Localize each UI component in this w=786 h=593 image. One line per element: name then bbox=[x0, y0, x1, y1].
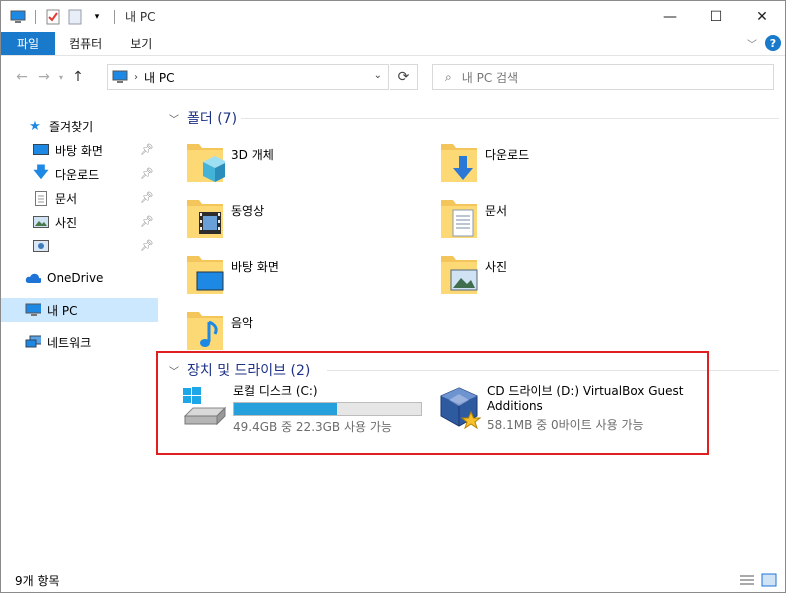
recent-locations-icon[interactable]: ▾ bbox=[55, 66, 67, 88]
desktop-icon bbox=[33, 142, 49, 158]
navigation-row: ← → ▾ ↑ › 내 PC ⌄ ⟳ ⌕ 내 PC 검색 bbox=[1, 57, 785, 97]
caption-buttons: — ☐ ✕ bbox=[647, 1, 785, 32]
search-placeholder: 내 PC 검색 bbox=[461, 70, 519, 85]
nav-item-label: OneDrive bbox=[47, 271, 104, 285]
folder-label: 동영상 bbox=[231, 204, 265, 218]
refresh-button[interactable]: ⟳ bbox=[390, 64, 418, 90]
details-view-icon[interactable] bbox=[739, 573, 755, 587]
up-button[interactable]: ↑ bbox=[67, 66, 89, 88]
group-divider bbox=[241, 118, 779, 119]
screenshot-icon bbox=[33, 238, 49, 254]
highlight-box bbox=[156, 351, 709, 455]
desktop-folder-icon bbox=[185, 250, 225, 298]
close-button[interactable]: ✕ bbox=[739, 1, 785, 32]
search-input[interactable]: ⌕ 내 PC 검색 bbox=[432, 64, 774, 90]
computer-icon bbox=[25, 302, 41, 318]
back-button[interactable]: ← bbox=[11, 66, 33, 88]
folder-label: 3D 개체 bbox=[231, 148, 274, 162]
address-dropdown-icon[interactable]: ⌄ bbox=[374, 70, 382, 81]
toolbar-separator bbox=[114, 9, 115, 24]
search-icon: ⌕ bbox=[445, 69, 452, 84]
nav-item-downloads[interactable]: 🡇 다운로드 📌︎ bbox=[1, 162, 158, 186]
breadcrumb-chevron-icon[interactable]: › bbox=[134, 72, 138, 83]
quick-access-toolbar: ▾ bbox=[1, 8, 119, 26]
pin-icon[interactable]: 📌︎ bbox=[140, 143, 154, 156]
expand-ribbon-icon[interactable]: ﹀ bbox=[747, 36, 757, 51]
tab-computer[interactable]: 컴퓨터 bbox=[55, 32, 116, 55]
address-path[interactable]: 내 PC bbox=[144, 69, 174, 86]
nav-quick-access[interactable]: ★ 즐겨찾기 bbox=[1, 114, 158, 138]
folder-3d-objects[interactable]: 3D 개체 bbox=[185, 138, 435, 190]
properties-icon[interactable] bbox=[44, 8, 62, 26]
folder-videos[interactable]: 동영상 bbox=[185, 194, 435, 246]
pictures-folder-icon bbox=[439, 250, 479, 298]
nav-item-desktop[interactable]: 바탕 화면 📌︎ bbox=[1, 138, 158, 162]
toolbar-separator bbox=[35, 9, 36, 24]
folder-label: 문서 bbox=[485, 204, 508, 218]
content-pane: ﹀ 폴더 (7) 3D 개체 다운로드 동영상 문서 바탕 화면 사진 음악 ﹀… bbox=[161, 98, 785, 564]
tab-file[interactable]: 파일 bbox=[1, 32, 56, 55]
customize-toolbar-icon[interactable]: ▾ bbox=[88, 8, 106, 26]
status-bar: 9개 항목 bbox=[1, 568, 785, 592]
address-bar[interactable]: › 내 PC ⌄ bbox=[107, 64, 389, 90]
folder-pictures[interactable]: 사진 bbox=[439, 250, 689, 302]
maximize-button[interactable]: ☐ bbox=[693, 1, 739, 32]
nav-item-screenshots[interactable]: 📌︎ bbox=[1, 234, 158, 258]
folder-label: 바탕 화면 bbox=[231, 260, 279, 274]
tab-view[interactable]: 보기 bbox=[116, 32, 166, 55]
pin-icon[interactable]: 📌︎ bbox=[140, 167, 154, 180]
nav-item-label: 사진 bbox=[55, 215, 78, 230]
nav-item-label: 다운로드 bbox=[55, 167, 100, 182]
nav-item-label: 내 PC bbox=[47, 303, 78, 318]
help-icon[interactable]: ? bbox=[765, 35, 781, 51]
nav-item-label: 네트워크 bbox=[47, 335, 92, 350]
nav-item-label: 바탕 화면 bbox=[55, 143, 103, 158]
network-icon bbox=[25, 334, 41, 350]
star-icon: ★ bbox=[29, 118, 41, 134]
downloads-folder-icon bbox=[439, 138, 479, 186]
item-count: 9개 항목 bbox=[15, 573, 60, 588]
title-bar: ▾ 내 PC — ☐ ✕ bbox=[1, 1, 785, 32]
nav-onedrive[interactable]: OneDrive bbox=[1, 266, 158, 290]
pictures-icon bbox=[33, 214, 49, 230]
nav-item-label: 즐겨찾기 bbox=[49, 119, 94, 134]
computer-icon bbox=[112, 70, 128, 84]
ribbon-tabs: 파일 컴퓨터 보기 ﹀ ? bbox=[1, 32, 785, 56]
folder-downloads[interactable]: 다운로드 bbox=[439, 138, 689, 190]
minimize-button[interactable]: — bbox=[647, 1, 693, 32]
new-folder-icon[interactable] bbox=[66, 8, 84, 26]
document-icon bbox=[33, 190, 49, 206]
forward-button[interactable]: → bbox=[33, 66, 55, 88]
computer-icon bbox=[9, 8, 27, 26]
view-buttons bbox=[739, 573, 777, 587]
download-icon: 🡇 bbox=[33, 162, 49, 181]
nav-item-label: 문서 bbox=[55, 191, 78, 206]
folder-label: 다운로드 bbox=[485, 148, 530, 162]
documents-folder-icon bbox=[439, 194, 479, 242]
pin-icon[interactable]: 📌︎ bbox=[140, 191, 154, 204]
music-folder-icon bbox=[185, 306, 225, 354]
folder-documents[interactable]: 문서 bbox=[439, 194, 689, 246]
3d-objects-icon bbox=[185, 138, 227, 186]
folder-label: 사진 bbox=[485, 260, 508, 274]
folder-desktop[interactable]: 바탕 화면 bbox=[185, 250, 435, 302]
nav-item-documents[interactable]: 문서 📌︎ bbox=[1, 186, 158, 210]
folder-label: 음악 bbox=[231, 316, 254, 330]
nav-this-pc[interactable]: 내 PC bbox=[1, 298, 158, 322]
cloud-icon bbox=[25, 270, 41, 286]
videos-folder-icon bbox=[185, 194, 225, 242]
large-icons-view-icon[interactable] bbox=[761, 573, 777, 587]
window-title: 내 PC bbox=[125, 10, 156, 24]
explorer-window: ▾ 내 PC — ☐ ✕ 파일 컴퓨터 보기 ﹀ ? ← → ▾ ↑ › 내 P… bbox=[0, 0, 786, 593]
nav-network[interactable]: 네트워크 bbox=[1, 330, 158, 354]
folders-group-header[interactable]: ﹀ 폴더 (7) bbox=[169, 108, 237, 128]
nav-item-pictures[interactable]: 사진 📌︎ bbox=[1, 210, 158, 234]
group-title: 폴더 (7) bbox=[187, 111, 238, 127]
pin-icon[interactable]: 📌︎ bbox=[140, 215, 154, 228]
navigation-pane: ★ 즐겨찾기 바탕 화면 📌︎ 🡇 다운로드 📌︎ 문서 📌︎ 사진 📌︎ 📌︎ bbox=[1, 98, 161, 564]
pin-icon[interactable]: 📌︎ bbox=[140, 239, 154, 252]
chevron-down-icon: ﹀ bbox=[169, 114, 179, 126]
